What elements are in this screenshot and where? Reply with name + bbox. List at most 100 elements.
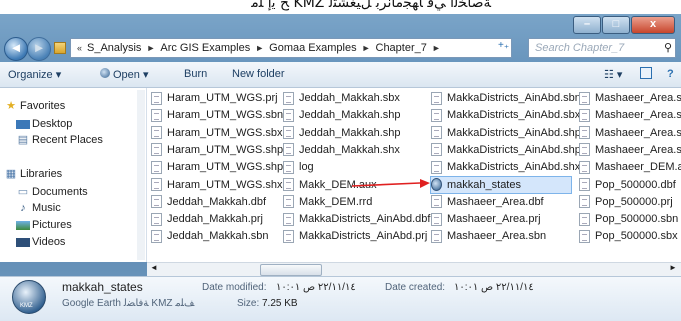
scroll-thumb[interactable] — [260, 264, 322, 276]
file-item[interactable]: Jeddah_Makkah.shp — [283, 107, 423, 123]
file-item[interactable]: Haram_UTM_WGS.prj — [151, 90, 278, 106]
file-item[interactable]: Pop_500000.prj — [579, 194, 681, 210]
organize-button[interactable]: Organize ▾ — [8, 68, 61, 81]
scroll-left-icon[interactable]: ◄ — [150, 263, 158, 272]
file-name: Pop_500000.dbf — [595, 178, 676, 191]
file-name: Haram_UTM_WGS.sbx — [167, 126, 283, 139]
desktop-icon — [16, 120, 30, 129]
file-item[interactable]: MakkaDistricts_AinAbd.prj — [283, 228, 427, 244]
breadcrumb-separator[interactable]: ► — [146, 43, 155, 53]
file-icon — [283, 212, 294, 226]
file-name: Pop_500000.sbx — [595, 230, 678, 243]
file-name: Jeddah_Makkah.prj — [167, 213, 264, 226]
file-icon — [151, 212, 162, 226]
forward-button[interactable]: ► — [27, 37, 51, 61]
file-item[interactable]: MakkaDistricts_AinAbd.dbf — [283, 211, 430, 227]
file-item[interactable]: Jeddah_Makkah.sbx — [283, 90, 423, 106]
breadcrumb-gomaa-examples[interactable]: Gomaa Examples — [269, 42, 356, 54]
file-item[interactable]: Haram_UTM_WGS.shx — [151, 177, 283, 193]
nav-scrollbar[interactable] — [137, 90, 145, 260]
date-created-value: ٢٢/١١/١٤ ﺹ ١٠:٠١ — [454, 282, 534, 293]
preview-pane-icon[interactable] — [640, 67, 652, 79]
file-name: MakkaDistricts_AinAbd.shp — [447, 143, 581, 156]
file-name: Jeddah_Makkah.shx — [299, 143, 400, 156]
file-item[interactable]: Mashaeer_DEM.aux — [579, 159, 681, 175]
file-icon — [579, 195, 590, 209]
horizontal-scrollbar[interactable] — [147, 262, 681, 277]
file-item[interactable]: Haram_UTM_WGS.shp — [151, 159, 283, 175]
back-button[interactable]: ◄ — [4, 37, 28, 61]
file-icon — [283, 160, 294, 174]
breadcrumb-separator[interactable]: ► — [362, 43, 371, 53]
file-name: Pop_500000.prj — [595, 195, 673, 208]
file-item[interactable]: MakkaDistricts_AinAbd.sbx — [431, 107, 580, 123]
documents-icon: ▭ — [17, 186, 29, 198]
file-item[interactable]: Mashaeer_Area.sbn — [431, 228, 571, 244]
breadcrumb-s-analysis[interactable]: S_Analysis — [87, 42, 141, 54]
breadcrumb-separator[interactable]: ► — [255, 43, 264, 53]
file-item[interactable]: log — [283, 159, 423, 175]
file-item[interactable]: makkah_states — [430, 175, 572, 194]
file-item[interactable]: Mashaeer_Area.shp — [579, 107, 681, 123]
breadcrumb-separator[interactable]: ► — [432, 43, 441, 53]
file-item[interactable]: Haram_UTM_WGS.shp — [151, 142, 283, 158]
file-icon — [283, 143, 294, 157]
address-bar[interactable]: « S_Analysis ► Arc GIS Examples ► Gomaa … — [70, 38, 512, 58]
sidebar-item-music[interactable]: ♪ Music — [20, 202, 60, 214]
videos-icon — [16, 238, 30, 247]
file-item[interactable]: Pop_500000.sbn — [579, 211, 681, 227]
sidebar-item-recent-places[interactable]: ▤ Recent Places — [18, 134, 103, 146]
file-item[interactable]: Pop_500000.sbx — [579, 228, 681, 244]
file-item[interactable]: Mashaeer_Area.prj — [431, 211, 571, 227]
sidebar-item-pictures[interactable]: Pictures — [16, 219, 72, 231]
file-item[interactable]: Mashaeer_Area.shx — [579, 142, 681, 158]
file-item[interactable]: Jeddah_Makkah.shp — [283, 125, 423, 141]
file-item[interactable]: Mashaeer_Area.sbx — [579, 90, 681, 106]
file-item[interactable]: Pop_500000.dbf — [579, 177, 681, 193]
close-button[interactable]: x — [631, 16, 675, 34]
sidebar-item-libraries[interactable]: ▦ Libraries — [6, 168, 62, 180]
sidebar-item-videos[interactable]: Videos — [16, 236, 65, 248]
file-item[interactable]: Makk_DEM.rrd — [283, 194, 423, 210]
file-item[interactable]: Jeddah_Makkah.shx — [283, 142, 423, 158]
file-item[interactable]: Mashaeer_Area.dbf — [431, 194, 571, 210]
scroll-right-icon[interactable]: ► — [669, 263, 677, 272]
breadcrumb-arcgis-examples[interactable]: Arc GIS Examples — [160, 42, 250, 54]
file-item[interactable]: Jeddah_Makkah.dbf — [151, 194, 276, 210]
file-item[interactable]: Jeddah_Makkah.sbn — [151, 228, 276, 244]
sidebar-item-favorites[interactable]: ★ Favorites — [6, 100, 66, 112]
overflow-chevron[interactable]: « — [77, 43, 82, 53]
refresh-button[interactable]: +₊ — [498, 40, 509, 51]
breadcrumb-chapter-7[interactable]: Chapter_7 — [376, 42, 427, 54]
burn-button[interactable]: Burn — [184, 68, 207, 80]
sidebar-item-label: Favorites — [20, 100, 66, 112]
file-item[interactable]: Haram_UTM_WGS.sbn — [151, 107, 283, 123]
file-icon — [283, 91, 294, 105]
libraries-icon: ▦ — [5, 168, 17, 180]
file-name: Jeddah_Makkah.sbn — [167, 230, 269, 243]
search-input[interactable]: Search Chapter_7 — [528, 38, 676, 58]
minimize-button[interactable]: – — [573, 16, 601, 34]
search-icon[interactable]: ⚲ — [664, 41, 672, 54]
file-item[interactable]: Mashaeer_Area.shp — [579, 125, 681, 141]
open-icon — [100, 68, 110, 78]
file-item[interactable]: MakkaDistricts_AinAbd.shp — [431, 142, 581, 158]
file-item[interactable]: Haram_UTM_WGS.sbx — [151, 125, 283, 141]
file-item[interactable]: MakkaDistricts_AinAbd.shx — [431, 159, 580, 175]
maximize-button[interactable]: □ — [602, 16, 630, 34]
views-button[interactable]: ☷ ▾ — [604, 68, 622, 81]
kmz-file-icon: KMZ — [12, 280, 46, 314]
file-icon — [579, 160, 590, 174]
help-button[interactable]: ? — [667, 68, 674, 80]
file-item[interactable]: MakkaDistricts_AinAbd.shp — [431, 125, 581, 141]
sidebar-item-label: Recent Places — [32, 134, 103, 146]
file-name: log — [299, 161, 314, 174]
recent-places-icon: ▤ — [17, 134, 29, 146]
file-item[interactable]: Jeddah_Makkah.prj — [151, 211, 276, 227]
file-item[interactable]: MakkaDistricts_AinAbd.sbn — [431, 90, 581, 106]
sidebar-item-documents[interactable]: ▭ Documents — [18, 186, 88, 198]
open-button[interactable]: Open ▾ — [113, 68, 149, 81]
sidebar-item-desktop[interactable]: Desktop — [16, 118, 72, 130]
file-icon — [431, 91, 442, 105]
new-folder-button[interactable]: New folder — [232, 68, 285, 80]
